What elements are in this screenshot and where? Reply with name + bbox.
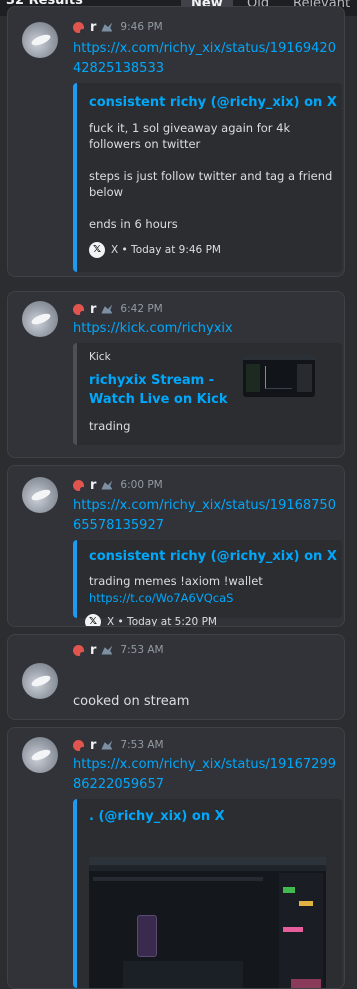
embed-title[interactable]: . (@richy_xix) on X [89, 807, 225, 826]
message-header: r 7:53 AM [73, 737, 164, 753]
embed-image[interactable] [89, 857, 326, 988]
username[interactable]: r [90, 302, 96, 317]
avatar[interactable] [22, 301, 58, 337]
user-badge-icon [100, 479, 114, 492]
message-header: r 7:53 AM [73, 642, 164, 658]
status-badge-icon [73, 479, 85, 492]
embed-provider: Kick [89, 351, 111, 363]
link-embed: Kick richyxix Stream - Watch Live on Kic… [73, 343, 342, 445]
username[interactable]: r [90, 478, 96, 493]
username[interactable]: r [90, 643, 96, 658]
status-badge-icon [73, 739, 85, 752]
embed-title[interactable]: consistent richy (@richy_xix) on X [89, 547, 337, 566]
user-badge-icon [100, 21, 114, 34]
status-badge-icon [73, 644, 85, 657]
status-badge-icon [73, 303, 85, 316]
avatar[interactable] [22, 663, 58, 699]
timestamp[interactable]: 7:53 AM [120, 739, 163, 751]
link-embed: . (@richy_xix) on X [73, 799, 342, 988]
message-header: r 6:42 PM [73, 301, 163, 317]
message-header: r 9:46 PM [73, 19, 163, 35]
message-link[interactable]: https://x.com/richy_xix/status/191672998… [73, 755, 343, 795]
avatar[interactable] [22, 477, 58, 513]
avatar[interactable] [22, 737, 58, 773]
embed-title[interactable]: consistent richy (@richy_xix) on X [89, 93, 337, 112]
status-badge-icon [73, 21, 85, 34]
embed-footer-text: X • Today at 5:20 PM [107, 616, 217, 627]
user-badge-icon [100, 739, 114, 752]
message-link[interactable]: https://kick.com/richyxix [73, 319, 343, 339]
message-text: cooked on stream [73, 694, 190, 709]
link-embed: consistent richy (@richy_xix) on X fuck … [73, 83, 342, 272]
message-header: r 6:00 PM [73, 477, 163, 493]
x-logo-icon: 𝕏 [89, 242, 105, 258]
x-logo-icon: 𝕏 [85, 614, 101, 626]
embed-short-link[interactable]: https://t.co/Wo7A6VQcaS [89, 591, 233, 605]
username[interactable]: r [90, 20, 96, 35]
search-result-message[interactable]: r 7:53 AM https://x.com/richy_xix/status… [7, 727, 345, 989]
message-link[interactable]: https://x.com/richy_xix/status/191694204… [73, 39, 343, 79]
search-result-message[interactable]: r 7:53 AM cooked on stream [7, 634, 345, 720]
search-result-message[interactable]: r 9:46 PM https://x.com/richy_xix/status… [7, 6, 345, 277]
timestamp[interactable]: 7:53 AM [120, 644, 163, 656]
embed-description: trading [89, 419, 131, 433]
message-link[interactable]: https://x.com/richy_xix/status/191687506… [73, 496, 343, 536]
username[interactable]: r [90, 738, 96, 753]
link-embed: consistent richy (@richy_xix) on X tradi… [73, 540, 342, 618]
search-result-message[interactable]: r 6:00 PM https://x.com/richy_xix/status… [7, 465, 345, 627]
timestamp[interactable]: 9:46 PM [120, 21, 162, 33]
search-result-message[interactable]: r 6:42 PM https://kick.com/richyxix Kick… [7, 291, 345, 458]
user-badge-icon [100, 644, 114, 657]
embed-footer: 𝕏 X • Today at 9:46 PM [89, 242, 221, 258]
avatar[interactable] [22, 22, 58, 58]
embed-thumbnail[interactable] [243, 355, 315, 397]
embed-footer-text: X • Today at 9:46 PM [111, 244, 221, 256]
timestamp[interactable]: 6:42 PM [120, 303, 162, 315]
timestamp[interactable]: 6:00 PM [120, 479, 162, 491]
embed-description: trading memes !axiom !wallet [89, 574, 263, 588]
embed-description: fuck it, 1 sol giveaway again for 4k fol… [89, 121, 333, 231]
user-badge-icon [100, 303, 114, 316]
embed-title[interactable]: richyxix Stream - Watch Live on Kick [89, 371, 239, 409]
embed-footer: 𝕏 X • Today at 5:20 PM [85, 614, 217, 627]
